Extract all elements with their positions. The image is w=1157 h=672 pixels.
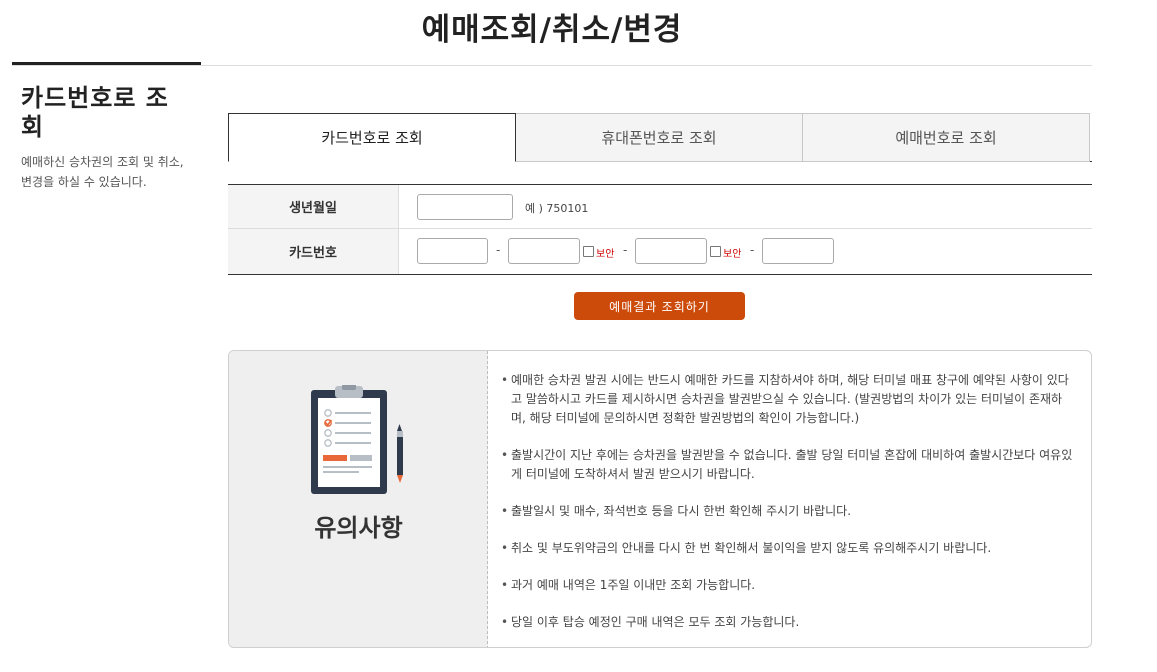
card-label: 카드번호 bbox=[228, 229, 399, 274]
pencil-icon bbox=[397, 424, 403, 483]
birth-label: 생년월일 bbox=[228, 185, 399, 228]
tab-phone-number[interactable]: 휴대폰번호로 조회 bbox=[515, 113, 803, 162]
notice-item: 과거 예매 내역은 1주일 이내만 조회 가능합니다. bbox=[501, 576, 1073, 595]
section-title: 카드번호로 조회 bbox=[21, 84, 169, 141]
header-divider-accent bbox=[12, 62, 201, 65]
header-divider bbox=[12, 65, 1092, 66]
clipboard-checklist-icon bbox=[309, 384, 409, 501]
lookup-tabs: 카드번호로 조회 휴대폰번호로 조회 예매번호로 조회 bbox=[228, 113, 1092, 162]
secure-checkbox-2[interactable] bbox=[710, 246, 721, 257]
card-separator: - bbox=[750, 243, 755, 257]
secure-checkbox-1[interactable] bbox=[583, 246, 594, 257]
secure-label-2: 보안 bbox=[723, 249, 742, 260]
card-number-input-3[interactable] bbox=[635, 238, 707, 264]
notice-item: 예매한 승차권 발권 시에는 반드시 예매한 카드를 지참하셔야 하며, 해당 … bbox=[501, 371, 1073, 428]
notice-item: 당일 이후 탑승 예정인 구매 내역은 모두 조회 가능합니다. bbox=[501, 613, 1073, 632]
notice-item: 취소 및 부도위약금의 안내를 다시 한 번 확인해서 불이익을 받지 않도록 … bbox=[501, 539, 1073, 558]
notice-side-panel: 유의사항 bbox=[229, 351, 488, 647]
tab-reservation-number[interactable]: 예매번호로 조회 bbox=[802, 113, 1090, 162]
birth-date-input[interactable] bbox=[417, 194, 513, 220]
card-separator: - bbox=[623, 243, 628, 257]
notice-item: 출발시간이 지난 후에는 승차권을 발권받을 수 없습니다. 출발 당일 터미널… bbox=[501, 446, 1073, 484]
notice-box: 유의사항 예매한 승차권 발권 시에는 반드시 예매한 카드를 지참하셔야 하며… bbox=[228, 350, 1092, 648]
section-description: 예매하신 승차권의 조회 및 취소, 변경을 하실 수 있습니다. bbox=[21, 155, 184, 189]
birth-field-cell: 예 ) 750101 bbox=[399, 185, 1092, 228]
form-row-birth: 생년월일 예 ) 750101 bbox=[228, 185, 1092, 229]
tab-card-number[interactable]: 카드번호로 조회 bbox=[228, 113, 516, 162]
birth-hint: 예 ) 750101 bbox=[525, 202, 589, 215]
card-field-cell: - 보안 - 보안 - bbox=[399, 229, 1092, 274]
notice-list: 예매한 승차권 발권 시에는 반드시 예매한 카드를 지참하셔야 하며, 해당 … bbox=[501, 371, 1073, 647]
lookup-form: 생년월일 예 ) 750101 카드번호 - 보안 - 보안 - bbox=[228, 184, 1092, 275]
card-separator: - bbox=[496, 243, 501, 257]
notice-item: 출발일시 및 매수, 좌석번호 등을 다시 한번 확인해 주시기 바랍니다. bbox=[501, 502, 1073, 521]
secure-label-1: 보안 bbox=[596, 249, 615, 260]
card-number-input-4[interactable] bbox=[762, 238, 834, 264]
page-title: 예매조회/취소/변경 bbox=[421, 12, 683, 48]
notice-heading: 유의사항 bbox=[314, 514, 403, 542]
form-row-card: 카드번호 - 보안 - 보안 - bbox=[228, 229, 1092, 274]
card-number-input-1[interactable] bbox=[417, 238, 488, 264]
search-reservation-button[interactable]: 예매결과 조회하기 bbox=[574, 292, 745, 320]
card-number-input-2[interactable] bbox=[508, 238, 580, 264]
